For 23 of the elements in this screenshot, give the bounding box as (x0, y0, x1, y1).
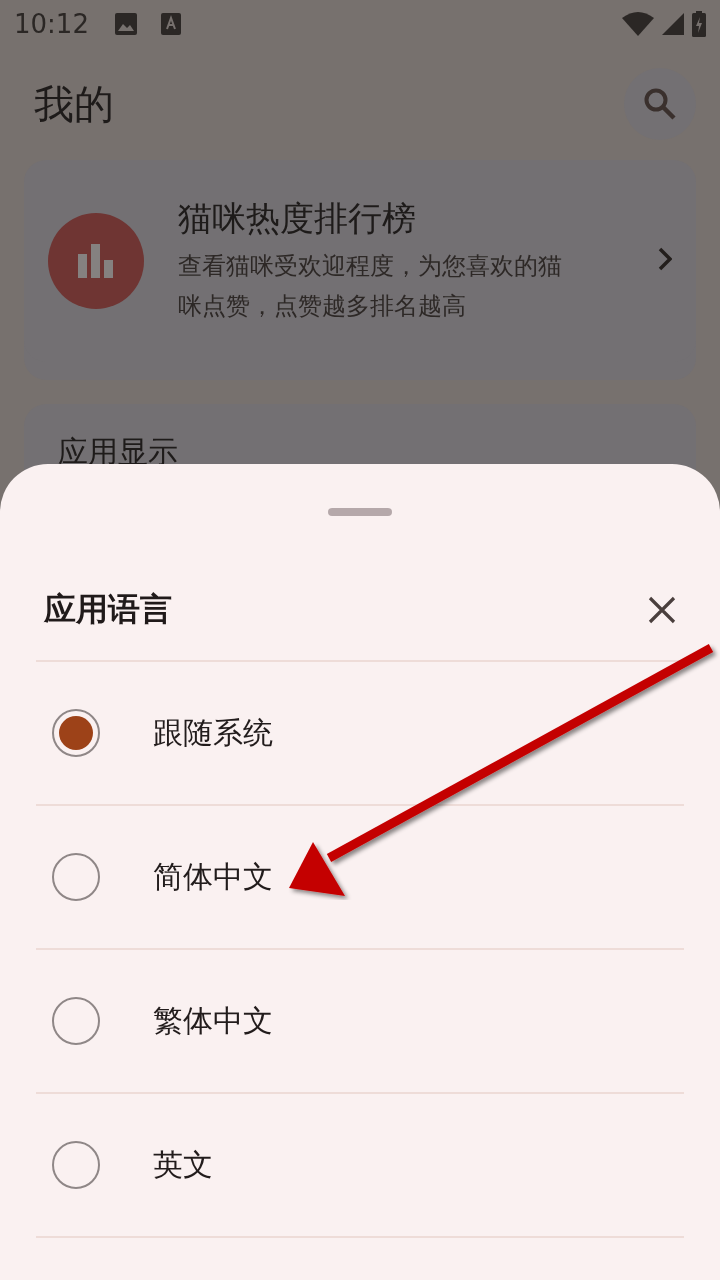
radio-button[interactable] (52, 997, 100, 1045)
sheet-title: 应用语言 (44, 589, 172, 630)
drag-handle[interactable] (328, 508, 392, 516)
language-option[interactable]: 繁体中文 (153, 1000, 273, 1042)
radio-button[interactable] (52, 709, 100, 757)
search-icon (643, 87, 677, 121)
close-icon (648, 596, 676, 624)
battery-icon (692, 11, 706, 37)
wifi-icon (622, 12, 654, 36)
card-description: 查看猫咪受欢迎程度，为您喜欢的猫咪点赞，点赞越多排名越高 (178, 251, 563, 322)
bar-chart-icon (78, 244, 114, 278)
status-time: 10:12 (14, 9, 89, 39)
font-icon (160, 13, 181, 35)
image-icon (114, 13, 137, 35)
page-title: 我的 (34, 79, 114, 129)
card-title: 猫咪热度排行榜 (178, 197, 417, 240)
language-option[interactable]: 简体中文 (153, 856, 273, 898)
radio-button[interactable] (52, 853, 100, 901)
chevron-right-icon (658, 247, 672, 271)
language-option[interactable]: 跟随系统 (153, 712, 273, 754)
radio-button[interactable] (52, 1141, 100, 1189)
language-option[interactable]: 英文 (153, 1144, 213, 1186)
signal-icon (662, 13, 684, 35)
